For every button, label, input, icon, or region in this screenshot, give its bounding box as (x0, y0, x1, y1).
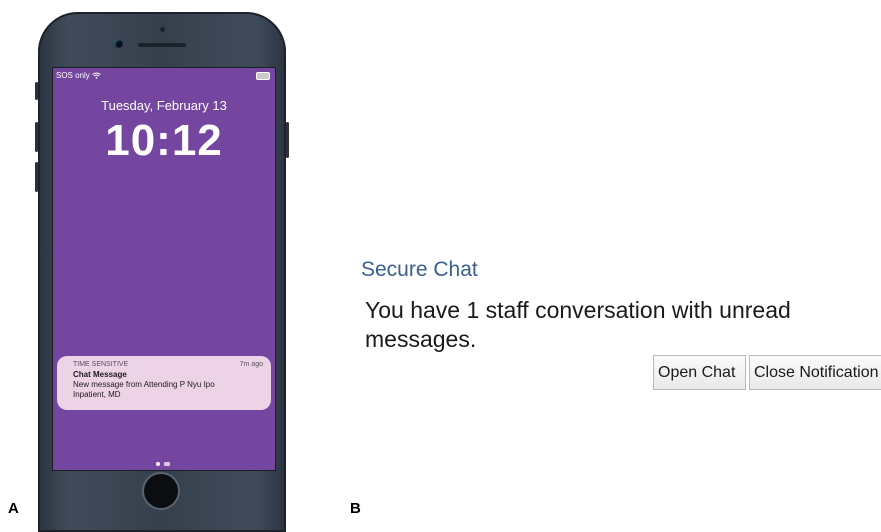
secure-chat-title: Secure Chat (361, 258, 478, 281)
panel-label-b: B (350, 500, 361, 517)
front-camera-icon (114, 39, 123, 48)
open-chat-button[interactable]: Open Chat (653, 355, 746, 390)
lock-screen: SOS only Tuesday, February 13 10:12 TIME… (52, 67, 276, 471)
lock-screen-time: 10:12 (105, 116, 223, 165)
battery-icon (256, 72, 270, 80)
page-dot (156, 462, 160, 466)
volume-up-button (35, 122, 38, 152)
phone-frame: SOS only Tuesday, February 13 10:12 TIME… (35, 12, 289, 532)
carrier-status: SOS only (56, 71, 90, 80)
page-indicator (156, 462, 170, 466)
camera-page-icon (164, 462, 170, 466)
notification-title: Chat Message (73, 370, 127, 379)
panel-label-a: A (8, 500, 19, 517)
unread-messages-text: You have 1 staff conversation with unrea… (365, 297, 791, 352)
chat-notification[interactable]: TIME SENSITIVE 7m ago Chat Message New m… (57, 356, 271, 410)
wifi-icon (92, 72, 101, 79)
notification-category: TIME SENSITIVE (73, 361, 129, 368)
silent-switch (35, 82, 38, 100)
notification-header: TIME SENSITIVE 7m ago (73, 360, 263, 369)
lock-screen-date: Tuesday, February 13 (101, 98, 227, 113)
home-button[interactable] (144, 474, 178, 508)
notification-age: 7m ago (239, 361, 263, 368)
close-notification-button[interactable]: Close Notification (749, 355, 881, 390)
microphone-dot (160, 27, 165, 32)
notification-body: New message from Attending P Nyu Ipo Inp… (73, 380, 215, 399)
volume-down-button (35, 162, 38, 192)
status-bar-left: SOS only (56, 71, 101, 80)
speaker-grille (138, 43, 186, 47)
power-button (286, 122, 289, 158)
